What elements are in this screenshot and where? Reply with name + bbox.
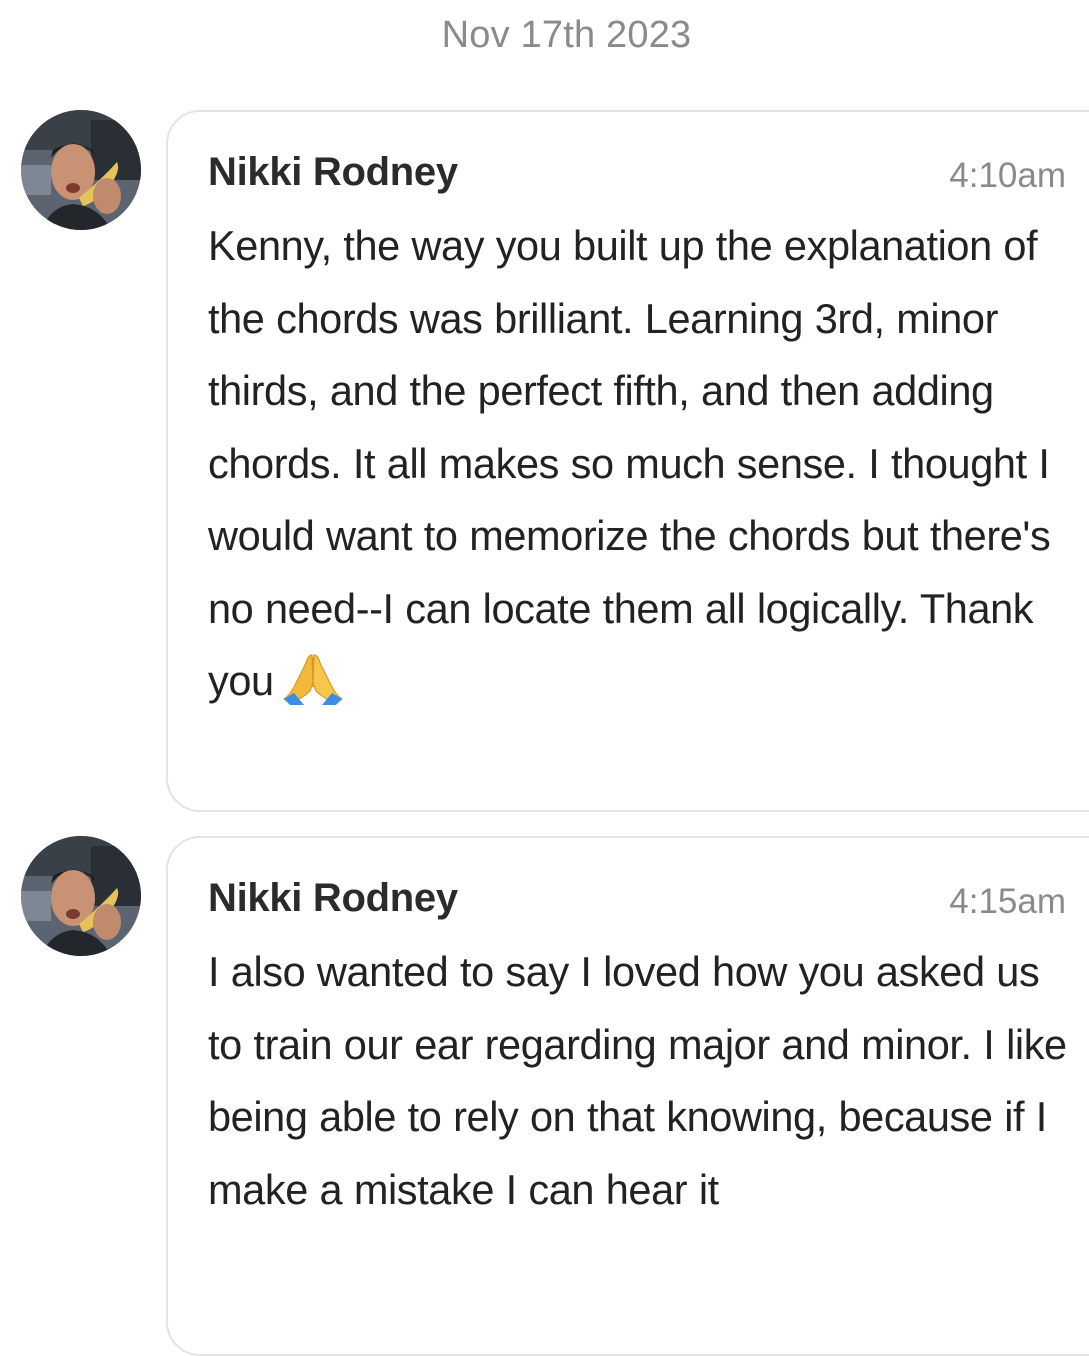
date-divider: Nov 17th 2023	[441, 14, 692, 56]
message-bubble[interactable]: Nikki Rodney 4:15am I also wanted to say…	[166, 836, 1089, 1356]
message-timestamp: 4:15am	[949, 882, 1066, 921]
avatar[interactable]	[21, 110, 141, 230]
message-text: Kenny, the way you built up the explanat…	[208, 210, 1078, 728]
sender-name[interactable]: Nikki Rodney	[208, 876, 458, 921]
avatar[interactable]	[21, 836, 141, 956]
avatar-photo	[21, 110, 141, 230]
message-timestamp: 4:10am	[949, 156, 1066, 195]
message-bubble[interactable]: Nikki Rodney 4:10am Kenny, the way you b…	[166, 110, 1089, 812]
avatar-photo	[21, 836, 141, 956]
folded-hands-icon	[282, 653, 344, 728]
message-text: I also wanted to say I loved how you ask…	[208, 948, 1067, 1213]
sender-name[interactable]: Nikki Rodney	[208, 150, 458, 195]
